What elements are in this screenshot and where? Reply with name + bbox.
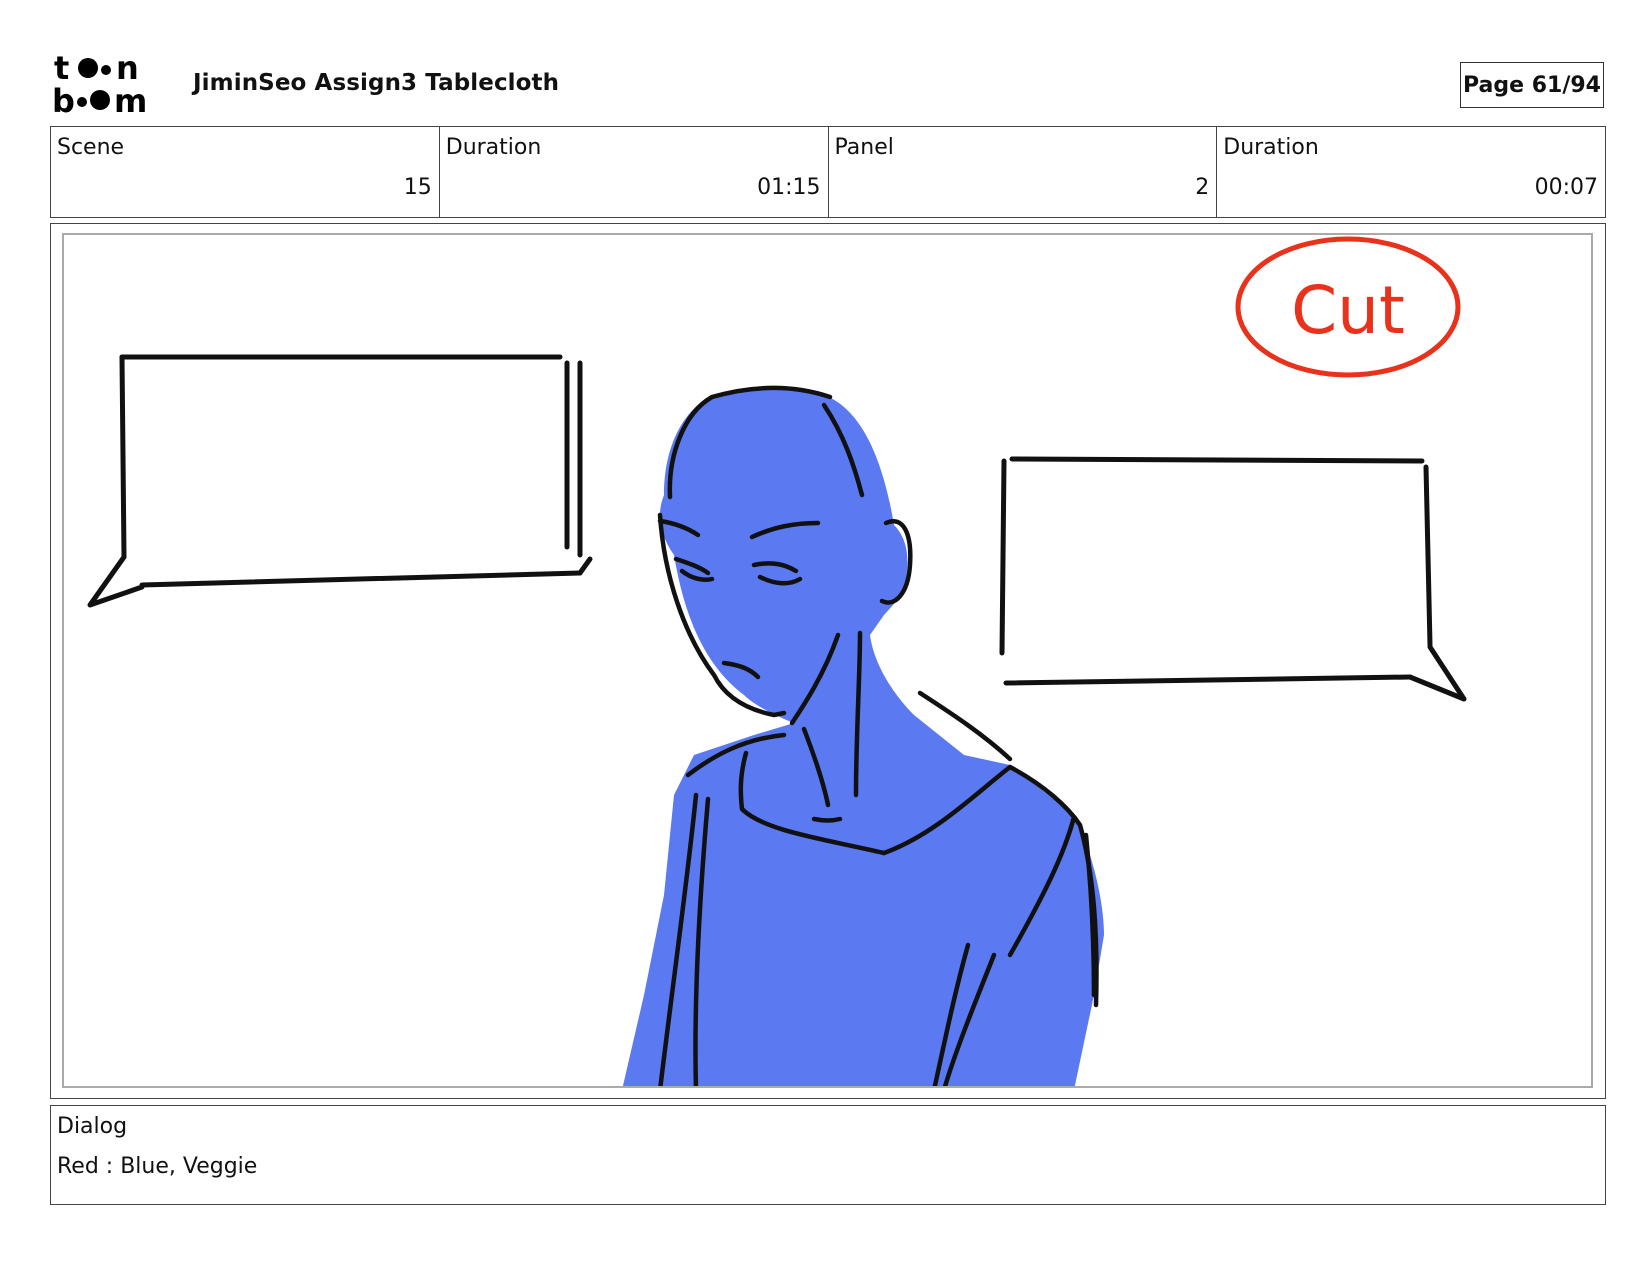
svg-text:m: m: [114, 82, 147, 116]
right-speech-bubble: [999, 456, 1467, 702]
cut-label: Cut: [1291, 272, 1405, 349]
storyboard-panel-image: Cut: [62, 233, 1593, 1088]
panel-duration-value: 00:07: [1534, 175, 1598, 200]
scene-cell: Scene 15: [51, 127, 440, 217]
toon-boom-logo: t n b m: [52, 52, 172, 116]
document-title: JiminSeo Assign3 Tablecloth: [193, 70, 560, 96]
panel-cell: Panel 2: [829, 127, 1218, 217]
scene-value: 15: [403, 175, 432, 200]
scene-label: Scene: [57, 135, 125, 160]
scene-duration-cell: Duration 01:15: [440, 127, 829, 217]
scene-duration-value: 01:15: [757, 175, 821, 200]
scene-info-row: Scene 15 Duration 01:15 Panel 2 Duration…: [50, 126, 1606, 218]
dialog-box: Dialog Red : Blue, Veggie: [50, 1105, 1606, 1205]
page-indicator: Page 61/94: [1460, 62, 1604, 108]
panel-label: Panel: [834, 135, 894, 160]
panel-duration-cell: Duration 00:07: [1217, 127, 1605, 217]
character-figure: [622, 385, 1104, 1086]
left-speech-bubble: [87, 354, 593, 608]
panel-value: 2: [1195, 175, 1210, 200]
storyboard-panel-frame: Cut: [50, 223, 1606, 1099]
dialog-label: Dialog: [57, 1114, 128, 1139]
svg-text:b: b: [52, 82, 75, 116]
dialog-text: Red : Blue, Veggie: [57, 1154, 258, 1179]
scene-duration-label: Duration: [445, 135, 542, 160]
cut-annotation: Cut: [1235, 236, 1461, 378]
panel-duration-label: Duration: [1223, 135, 1319, 160]
